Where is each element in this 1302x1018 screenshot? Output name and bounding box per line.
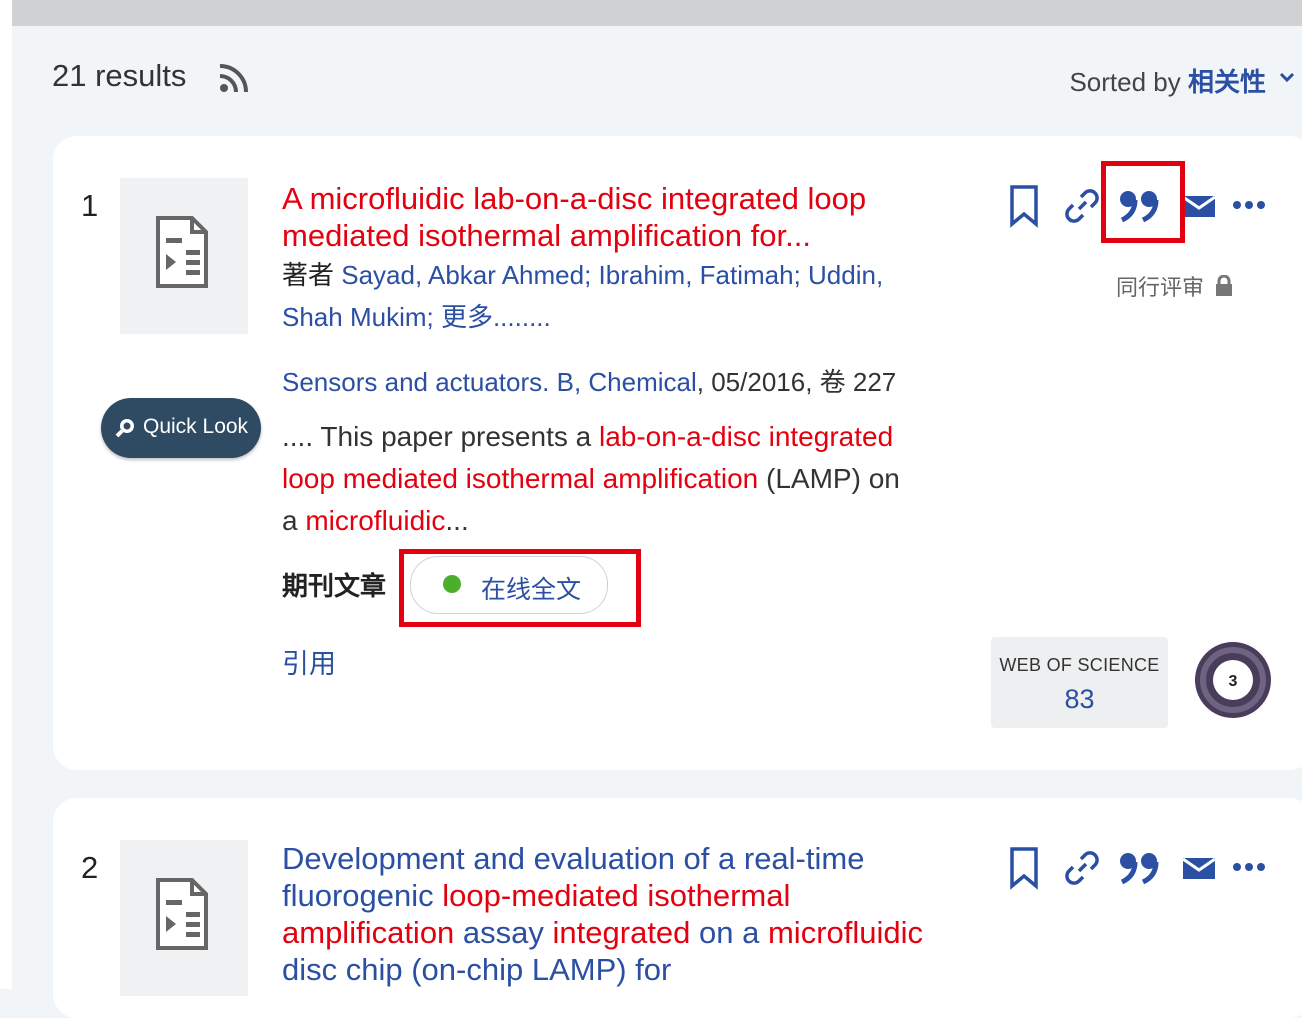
title-highlight[interactable]: microfluidic [768,915,923,950]
snippet-highlight: microfluidic [305,505,446,536]
wos-label: WEB OF SCIENCE [999,655,1160,675]
result-title[interactable]: Development and evaluation of a real-tim… [282,840,942,988]
sort-label: Sorted by [1069,67,1181,97]
peer-review-text: 同行评审 [1116,275,1205,300]
sort-value[interactable]: 相关性 [1188,67,1266,97]
magnifier-icon [115,419,134,438]
wos-count: 83 [1064,684,1095,714]
authors-line: 著者 Sayad, Abkar Ahmed; Ibrahim, Fatimah;… [282,254,902,338]
snippet-text: .... This paper presents a [282,421,599,452]
result-thumbnail[interactable] [120,840,248,996]
result-card: 2 Development and evaluation of a real-t… [53,798,1302,1018]
highlight-box-fulltext [399,549,641,627]
document-icon [156,216,208,288]
email-icon[interactable] [1182,856,1216,880]
sort-control[interactable]: Sorted by 相关性 [1069,62,1266,99]
bookmark-icon[interactable] [1008,846,1040,890]
cite-link[interactable]: 引用 [282,642,336,681]
altmetric-score: 3 [1229,673,1238,690]
authors-list[interactable]: Sayad, Abkar Ahmed; Ibrahim, Fatimah; Ud… [282,260,883,332]
result-title[interactable]: A microfluidic lab-on-a-disc integrated … [282,180,942,254]
source-meta: , 05/2016, 卷 227 [696,367,897,397]
title-text[interactable]: on a [690,915,768,950]
link-icon[interactable] [1064,188,1100,224]
authors-more-link[interactable]: ; 更多........ [427,302,551,332]
title-text[interactable]: disc chip (on-chip LAMP) for [282,952,671,987]
result-snippet: .... This paper presents a lab-on-a-disc… [282,416,922,542]
highlight-box-cite [1101,161,1185,243]
top-bar [0,0,1302,26]
web-of-science-badge[interactable]: WEB OF SCIENCE 83 [991,637,1168,728]
result-number: 1 [81,188,99,223]
title-text[interactable]: A microfluidic lab-on-a-disc integrated … [282,181,866,253]
title-highlight[interactable]: integrated [553,915,691,950]
title-text[interactable]: assay [454,915,552,950]
source-journal[interactable]: Sensors and actuators. B, Chemical [282,367,697,397]
results-count: 21 results [52,58,187,93]
doc-type: 期刊文章 [282,571,387,601]
source-line: Sensors and actuators. B, Chemical, 05/2… [282,362,896,399]
result-card: 1 A microfluidic lab-on-a-disc integrate… [53,136,1302,770]
bookmark-icon[interactable] [1008,184,1040,228]
peer-review-label: 同行评审 [1116,270,1234,302]
rss-icon[interactable] [218,60,254,94]
email-icon[interactable] [1182,194,1216,218]
result-number: 2 [81,850,99,885]
link-icon[interactable] [1064,850,1100,886]
altmetric-donut[interactable]: 3 [1191,638,1275,722]
document-icon [156,878,208,950]
lock-icon [1216,274,1233,296]
left-edge [0,0,12,989]
authors-label: 著者 [282,260,335,290]
quick-look-button[interactable]: Quick Look [101,398,261,458]
result-thumbnail[interactable] [120,178,248,334]
snippet-text: ... [445,505,469,536]
chevron-down-icon[interactable] [1276,66,1298,88]
more-icon[interactable] [1232,862,1266,872]
more-icon[interactable] [1232,200,1266,210]
quick-look-label: Quick Look [143,415,249,438]
quote-icon[interactable] [1118,850,1162,886]
